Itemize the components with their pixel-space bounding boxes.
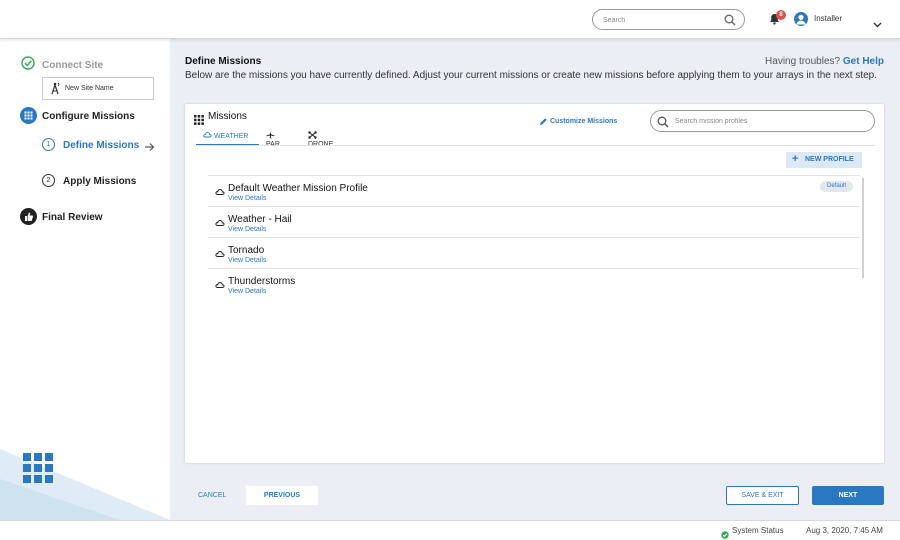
cloud-icon: [215, 245, 225, 263]
mission-name: Tornado: [228, 245, 265, 256]
page-description: Below are the missions you have currentl…: [185, 70, 878, 81]
global-search-input[interactable]: [603, 13, 713, 27]
step-apply-missions[interactable]: Apply Missions: [63, 176, 136, 187]
list-item[interactable]: Weather - Hail View Details: [208, 206, 860, 237]
wizard-sidebar: Connect Site New Site Name Configure Mis…: [0, 39, 170, 520]
site-tower-icon: [51, 82, 62, 100]
view-details-link[interactable]: View Details: [228, 195, 266, 202]
mission-search[interactable]: [650, 110, 875, 132]
save-exit-button[interactable]: SAVE & EXIT: [726, 486, 799, 505]
list-scrollbar[interactable]: [862, 178, 864, 278]
avatar[interactable]: [794, 12, 808, 26]
next-button[interactable]: NEXT: [812, 486, 884, 505]
thumbs-up-icon: [20, 208, 37, 225]
notification-badge: 8: [776, 10, 786, 20]
view-details-link[interactable]: View Details: [228, 226, 266, 233]
tab-par[interactable]: PAR: [266, 131, 280, 148]
search-icon: [657, 115, 669, 133]
default-badge: Default: [820, 181, 853, 192]
step-final-review[interactable]: Final Review: [42, 212, 103, 223]
top-bar: 8 Installer: [0, 0, 900, 39]
help-prompt-text: Having troubles?: [765, 56, 841, 67]
user-name[interactable]: Installer: [814, 14, 842, 23]
customize-missions-label: Customize Missions: [550, 118, 618, 125]
timestamp: Aug 3, 2020, 7:45 AM: [806, 526, 883, 535]
tab-drone[interactable]: DRONE: [308, 131, 333, 148]
configure-grid-icon: [20, 107, 37, 124]
help-prompt: Having troubles? Get Help: [765, 56, 884, 67]
tab-weather[interactable]: WEATHER: [196, 131, 259, 146]
airplane-icon: [266, 131, 275, 139]
mission-name: Weather - Hail: [228, 214, 292, 225]
global-search[interactable]: [592, 9, 745, 30]
tab-weather-label: WEATHER: [213, 133, 249, 140]
pencil-icon: [539, 117, 548, 128]
cloud-icon: [215, 183, 225, 201]
arrow-right-icon: [144, 139, 155, 157]
missions-card: Missions Customize Missions WEATHER PAR: [185, 104, 884, 463]
cloud-icon: [203, 131, 212, 138]
plus-icon: +: [792, 153, 799, 165]
drone-icon: [308, 131, 317, 139]
site-name-label: New Site Name: [65, 85, 114, 92]
system-status-link[interactable]: System Status: [732, 526, 784, 535]
page-title: Define Missions: [185, 56, 262, 67]
previous-button[interactable]: PREVIOUS: [246, 486, 318, 505]
check-circle-icon: [21, 56, 35, 75]
status-ok-icon: [721, 526, 729, 540]
step-configure-missions[interactable]: Configure Missions: [42, 111, 135, 122]
main-content: Define Missions Having troubles? Get Hel…: [170, 39, 900, 520]
step-connect-site[interactable]: Connect Site: [42, 60, 103, 71]
view-details-link[interactable]: View Details: [228, 257, 266, 264]
cloud-icon: [215, 214, 225, 232]
get-help-link[interactable]: Get Help: [843, 56, 884, 67]
search-icon[interactable]: [724, 13, 736, 31]
step-define-missions[interactable]: Define Missions: [63, 140, 139, 151]
view-details-link[interactable]: View Details: [228, 288, 266, 295]
step-number-2: 2: [42, 174, 55, 187]
list-item[interactable]: Tornado View Details: [208, 237, 860, 268]
mission-name: Default Weather Mission Profile: [228, 183, 368, 194]
tabs-divider: [196, 145, 875, 146]
new-profile-label: NEW PROFILE: [805, 156, 854, 163]
site-name-card[interactable]: New Site Name: [42, 77, 154, 100]
customize-missions-link[interactable]: Customize Missions: [540, 118, 618, 125]
new-profile-button[interactable]: + NEW PROFILE: [786, 152, 862, 168]
list-item[interactable]: Default Weather Mission Profile View Det…: [208, 175, 860, 206]
chevron-down-icon[interactable]: [873, 15, 882, 33]
card-title: Missions: [208, 111, 247, 122]
list-item[interactable]: Thunderstorms View Details: [208, 268, 860, 299]
status-footer: System Status Aug 3, 2020, 7:45 AM: [0, 520, 900, 540]
mission-name: Thunderstorms: [228, 276, 296, 287]
cloud-icon: [215, 276, 225, 294]
brand-logo-icon: [23, 453, 53, 488]
cancel-button[interactable]: CANCEL: [198, 492, 226, 499]
step-number-1: 1: [42, 138, 55, 151]
mission-search-input[interactable]: [675, 115, 855, 127]
grid-icon: [194, 112, 204, 130]
